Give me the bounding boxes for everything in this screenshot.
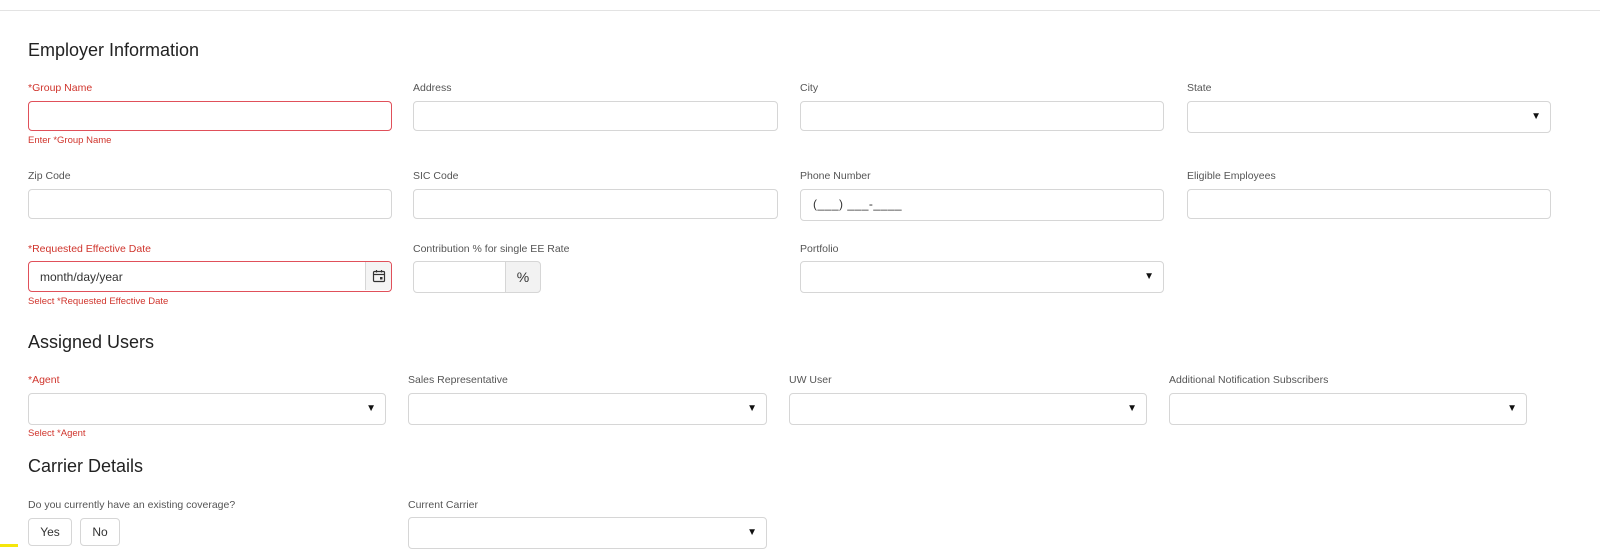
section-title-carrier-details: Carrier Details: [28, 456, 144, 476]
address-label: Address: [413, 82, 452, 94]
city-label: City: [800, 82, 819, 94]
phone-number-input[interactable]: (___) ___-____: [800, 189, 1164, 221]
chevron-down-icon: ▼: [747, 403, 757, 414]
section-title-assigned-users: Assigned Users: [28, 332, 155, 352]
contribution-field: Contribution % for single EE Rate %: [413, 243, 613, 295]
phone-number-label: Phone Number: [800, 170, 871, 182]
zip-code-label: Zip Code: [28, 170, 71, 182]
coverage-no-button[interactable]: No: [80, 518, 120, 546]
group-name-error: Enter *Group Name: [28, 135, 112, 146]
chevron-down-icon: ▼: [366, 403, 376, 414]
top-divider: [0, 10, 1600, 11]
uw-user-field: UW User ▼: [789, 374, 1147, 426]
effective-date-placeholder: month/day/year: [40, 270, 123, 284]
agent-select[interactable]: ▼: [28, 393, 386, 425]
chevron-down-icon: ▼: [747, 527, 757, 538]
chevron-down-icon: ▼: [1507, 403, 1517, 414]
eligible-employees-input[interactable]: [1187, 189, 1551, 219]
sales-rep-field: Sales Representative ▼: [408, 374, 767, 426]
chevron-down-icon: ▼: [1144, 271, 1154, 282]
yellow-marker: [0, 544, 18, 547]
effective-date-error: Select *Requested Effective Date: [28, 296, 169, 307]
effective-date-input[interactable]: month/day/year: [28, 261, 392, 292]
group-name-label: *Group Name: [28, 82, 93, 94]
state-field: State ▼: [1187, 82, 1551, 133]
effective-date-label: *Requested Effective Date: [28, 243, 151, 255]
uw-user-select[interactable]: ▼: [789, 393, 1147, 425]
phone-number-field: Phone Number (___) ___-____: [800, 170, 1164, 222]
city-input[interactable]: [800, 101, 1164, 131]
sic-code-field: SIC Code: [413, 170, 778, 220]
uw-user-label: UW User: [789, 374, 832, 386]
zip-code-input[interactable]: [28, 189, 392, 219]
group-name-field: *Group Name Enter *Group Name: [28, 82, 392, 150]
calendar-icon[interactable]: [365, 262, 391, 290]
chevron-down-icon: ▼: [1531, 111, 1541, 122]
chevron-down-icon: ▼: [1127, 403, 1137, 414]
agent-field: *Agent ▼ Select *Agent: [28, 374, 386, 442]
current-carrier-field: Current Carrier ▼: [408, 499, 767, 551]
sales-rep-select[interactable]: ▼: [408, 393, 767, 425]
coverage-yes-button[interactable]: Yes: [28, 518, 72, 546]
agent-error: Select *Agent: [28, 428, 86, 439]
phone-number-mask: (___) ___-____: [813, 197, 903, 211]
address-input[interactable]: [413, 101, 778, 131]
zip-code-field: Zip Code: [28, 170, 392, 220]
contribution-input[interactable]: [413, 261, 506, 293]
portfolio-select[interactable]: ▼: [800, 261, 1164, 293]
sales-rep-label: Sales Representative: [408, 374, 508, 386]
current-carrier-select[interactable]: ▼: [408, 517, 767, 549]
sic-code-input[interactable]: [413, 189, 778, 219]
existing-coverage-label: Do you currently have an existing covera…: [28, 499, 236, 511]
eligible-employees-field: Eligible Employees: [1187, 170, 1551, 220]
contribution-label: Contribution % for single EE Rate: [413, 243, 570, 255]
address-field: Address: [413, 82, 778, 132]
city-field: City: [800, 82, 1164, 132]
section-title-employer: Employer Information: [28, 40, 200, 60]
group-name-input[interactable]: [28, 101, 392, 131]
notification-label: Additional Notification Subscribers: [1169, 374, 1329, 386]
effective-date-field: *Requested Effective Date month/day/year…: [28, 243, 392, 311]
percent-addon: %: [505, 261, 541, 293]
notification-field: Additional Notification Subscribers ▼: [1169, 374, 1527, 426]
existing-coverage-field: Do you currently have an existing covera…: [28, 499, 388, 549]
notification-select[interactable]: ▼: [1169, 393, 1527, 425]
contribution-group: %: [413, 261, 543, 293]
agent-label: *Agent: [28, 374, 60, 386]
eligible-employees-label: Eligible Employees: [1187, 170, 1276, 182]
portfolio-field: Portfolio ▼: [800, 243, 1164, 295]
portfolio-label: Portfolio: [800, 243, 839, 255]
sic-code-label: SIC Code: [413, 170, 459, 182]
current-carrier-label: Current Carrier: [408, 499, 479, 511]
state-select[interactable]: ▼: [1187, 101, 1551, 133]
state-label: State: [1187, 82, 1212, 94]
